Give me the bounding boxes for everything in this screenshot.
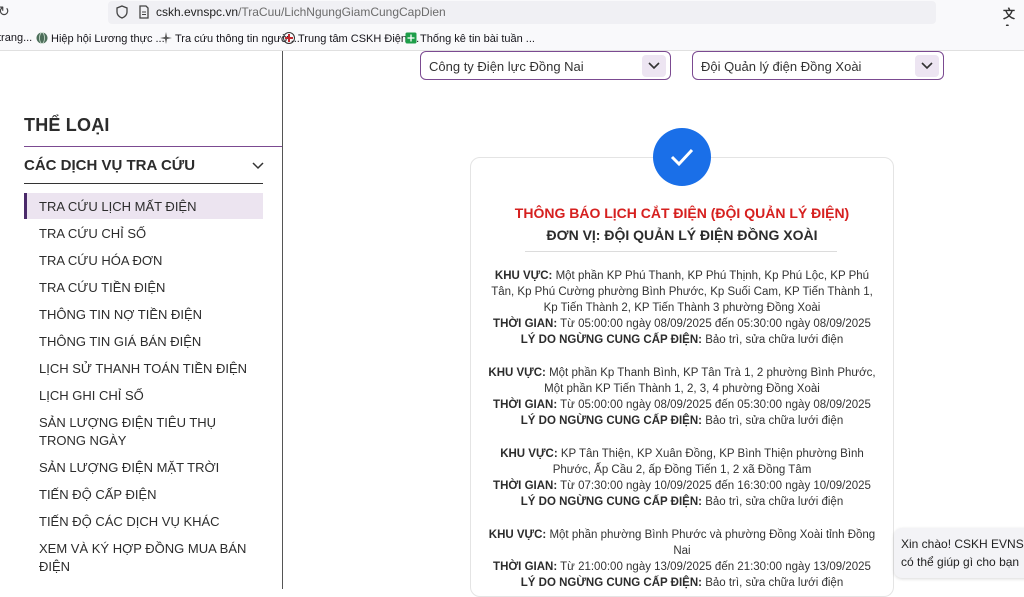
area-value: Một phần phường Bình Phước và phường Đồn…	[549, 529, 876, 557]
bookmark-item[interactable]: Thống kê tin bài tuần ...	[405, 32, 535, 45]
url-path: /TraCuu/LichNgungGiamCungCapDien	[238, 5, 446, 19]
reason-value: Bảo trì, sửa chữa lưới điện	[705, 496, 844, 508]
area-value: KP Tân Thiện, KP Xuân Đồng, KP Bình Thiệ…	[552, 448, 864, 476]
time-value: Từ 05:00:00 ngày 08/09/2025 đến 05:30:00…	[560, 399, 871, 411]
cross-icon	[283, 32, 295, 44]
sidebar-title-divider	[24, 146, 282, 147]
sidebar-item-solar-output[interactable]: SẢN LƯỢNG ĐIỆN MẶT TRỜI	[39, 459, 259, 477]
entry-area: KHU VỰC: Một phần phường Bình Phước và p…	[485, 527, 879, 559]
outage-entry: KHU VỰC: Một phần Kp Thanh Bình, KP Tân …	[485, 365, 879, 429]
entry-time: THỜI GIAN: Từ 07:30:00 ngày 10/09/2025 đ…	[485, 478, 879, 494]
sidebar-item-connection-progress[interactable]: TIẾN ĐỘ CẤP ĐIỆN	[39, 486, 259, 504]
company-select[interactable]: Công ty Điện lực Đồng Nai	[420, 51, 671, 80]
area-label: KHU VỰC:	[500, 448, 558, 460]
sidebar-item-other-services-progress[interactable]: TIẾN ĐỘ CÁC DỊCH VỤ KHÁC	[39, 513, 259, 531]
lookup-services-group-toggle[interactable]: CÁC DỊCH VỤ TRA CỨU	[24, 157, 264, 183]
sidebar-title: THỂ LOẠI	[24, 115, 110, 135]
shield-icon[interactable]	[116, 5, 128, 19]
chevron-down-icon	[648, 62, 660, 70]
sheets-icon	[405, 32, 417, 44]
outage-entry: KHU VỰC: Một phần KP Phú Thanh, KP Phú T…	[485, 268, 879, 348]
globe-icon	[36, 32, 48, 44]
support-chat-bubble[interactable]: Xin chào! CSKH EVNS có thể giúp gì cho b…	[894, 528, 1024, 578]
entry-time: THỜI GIAN: Từ 05:00:00 ngày 08/09/2025 đ…	[485, 397, 879, 413]
entry-area: KHU VỰC: KP Tân Thiện, KP Xuân Đồng, KP …	[485, 446, 879, 478]
reason-label: LÝ DO NGỪNG CUNG CẤP ĐIỆN:	[520, 577, 702, 589]
outage-entry: KHU VỰC: Một phần phường Bình Phước và p…	[485, 527, 879, 591]
time-label: THỜI GIAN:	[493, 399, 558, 411]
sidebar-item-outage-schedule[interactable]: TRA CỨU LỊCH MẤT ĐIỆN	[39, 198, 259, 216]
sidebar-item-contract[interactable]: XEM VÀ KÝ HỢP ĐỒNG MUA BÁN ĐIỆN	[39, 540, 279, 576]
bookmarks-bar: trang... Hiệp hội Lương thực ... Tra cứu…	[0, 26, 1024, 51]
time-value: Từ 21:00:00 ngày 13/09/2025 đến 21:30:00…	[560, 561, 871, 573]
group-label: CÁC DỊCH VỤ TRA CỨU	[24, 157, 196, 174]
time-value: Từ 05:00:00 ngày 08/09/2025 đến 05:30:00…	[560, 318, 871, 330]
sidebar-item-debt-info[interactable]: THÔNG TIN NỢ TIỀN ĐIỆN	[39, 306, 259, 324]
sidebar-item-meter-reading[interactable]: TRA CỨU CHỈ SỐ	[39, 225, 259, 243]
group-divider	[24, 183, 263, 184]
company-select-toggle[interactable]	[642, 55, 666, 77]
sidebar-item-payment-history[interactable]: LỊCH SỬ THANH TOÁN TIỀN ĐIỆN	[39, 360, 259, 378]
sidebar-item-invoice[interactable]: TRA CỨU HÓA ĐƠN	[39, 252, 259, 270]
url-host: cskh.evnspc.vn	[156, 5, 239, 19]
area-value: Một phần Kp Thanh Bình, KP Tân Trà 1, 2 …	[544, 367, 876, 395]
sparkle-icon	[160, 32, 172, 44]
reason-value: Bảo trì, sửa chữa lưới điện	[705, 577, 844, 589]
entry-reason: LÝ DO NGỪNG CUNG CẤP ĐIỆN: Bảo trì, sửa …	[485, 413, 879, 429]
team-select[interactable]: Đội Quản lý điện Đồng Xoài	[692, 51, 944, 80]
reason-label: LÝ DO NGỪNG CUNG CẤP ĐIỆN:	[520, 415, 702, 427]
browser-toolbar: ↻ cskh.evnspc.vn/TraCuu/LichNgungGiamCun…	[0, 0, 1024, 36]
url-text[interactable]: cskh.evnspc.vn/TraCuu/LichNgungGiamCungC…	[156, 5, 446, 19]
notice-divider	[525, 251, 837, 252]
success-check-icon	[653, 128, 711, 186]
bookmark-label: Tra cứu thông tin người...	[175, 33, 300, 45]
company-select-value: Công ty Điện lực Đồng Nai	[429, 59, 584, 74]
sidebar-item-daily-consumption[interactable]: SẢN LƯỢNG ĐIỆN TIÊU THỤ TRONG NGÀY	[39, 414, 259, 450]
chevron-down-icon	[252, 162, 264, 170]
entry-area: KHU VỰC: Một phần KP Phú Thanh, KP Phú T…	[485, 268, 879, 316]
chevron-down-icon	[921, 62, 933, 70]
reload-icon[interactable]: ↻	[0, 3, 10, 20]
sidebar-item-reading-schedule[interactable]: LỊCH GHI CHỈ SỐ	[39, 387, 259, 405]
page-info-icon[interactable]	[138, 5, 150, 19]
chat-greeting-line2: có thể giúp gì cho bạn	[901, 555, 1020, 569]
area-label: KHU VỰC:	[488, 529, 547, 541]
entry-reason: LÝ DO NGỪNG CUNG CẤP ĐIỆN: Bảo trì, sửa …	[485, 332, 879, 348]
chat-greeting-line1: Xin chào! CSKH EVNS	[901, 537, 1024, 551]
area-label: KHU VỰC:	[488, 367, 546, 379]
sidebar-item-price-info[interactable]: THÔNG TIN GIÁ BÁN ĐIỆN	[39, 333, 259, 351]
time-label: THỜI GIAN:	[493, 561, 558, 573]
area-label: KHU VỰC:	[494, 270, 553, 282]
time-value: Từ 07:30:00 ngày 10/09/2025 đến 16:30:00…	[560, 480, 871, 492]
bookmark-item[interactable]: Hiệp hội Lương thực ...	[36, 32, 165, 45]
sidebar-divider	[282, 51, 283, 589]
bookmark-item[interactable]: trang...	[0, 32, 32, 44]
reason-label: LÝ DO NGỪNG CUNG CẤP ĐIỆN:	[520, 496, 702, 508]
time-label: THỜI GIAN:	[493, 480, 558, 492]
bookmark-label: Trung tâm CSKH Điện ...	[298, 33, 420, 45]
notice-title: THÔNG BÁO LỊCH CẮT ĐIỆN (ĐỘI QUẢN LÝ ĐIỆ…	[514, 205, 850, 221]
time-label: THỜI GIAN:	[493, 318, 558, 330]
reason-value: Bảo trì, sửa chữa lưới điện	[705, 334, 844, 346]
bookmark-item[interactable]: Trung tâm CSKH Điện ...	[283, 32, 419, 45]
bookmark-item[interactable]: Tra cứu thông tin người...	[160, 32, 300, 45]
notice-unit: ĐƠN VỊ: ĐỘI QUẢN LÝ ĐIỆN ĐỒNG XOÀI	[546, 227, 818, 243]
outage-entry: KHU VỰC: KP Tân Thiện, KP Xuân Đồng, KP …	[485, 446, 879, 510]
sidebar-item-bill-amount[interactable]: TRA CỨU TIỀN ĐIỆN	[39, 279, 259, 297]
team-select-toggle[interactable]	[915, 55, 939, 77]
reason-label: LÝ DO NGỪNG CUNG CẤP ĐIỆN:	[520, 334, 702, 346]
bookmark-label: Thống kê tin bài tuần ...	[420, 33, 535, 45]
entry-time: THỜI GIAN: Từ 21:00:00 ngày 13/09/2025 đ…	[485, 559, 879, 575]
team-select-value: Đội Quản lý điện Đồng Xoài	[701, 59, 862, 74]
address-bar[interactable]: cskh.evnspc.vn/TraCuu/LichNgungGiamCungC…	[108, 1, 1015, 36]
entry-reason: LÝ DO NGỪNG CUNG CẤP ĐIỆN: Bảo trì, sửa …	[485, 494, 879, 510]
entry-time: THỜI GIAN: Từ 05:00:00 ngày 08/09/2025 đ…	[485, 316, 879, 332]
bookmark-label: Hiệp hội Lương thực ...	[51, 33, 165, 45]
bookmark-label: trang...	[0, 32, 33, 44]
entry-area: KHU VỰC: Một phần Kp Thanh Bình, KP Tân …	[485, 365, 879, 397]
reason-value: Bảo trì, sửa chữa lưới điện	[705, 415, 844, 427]
